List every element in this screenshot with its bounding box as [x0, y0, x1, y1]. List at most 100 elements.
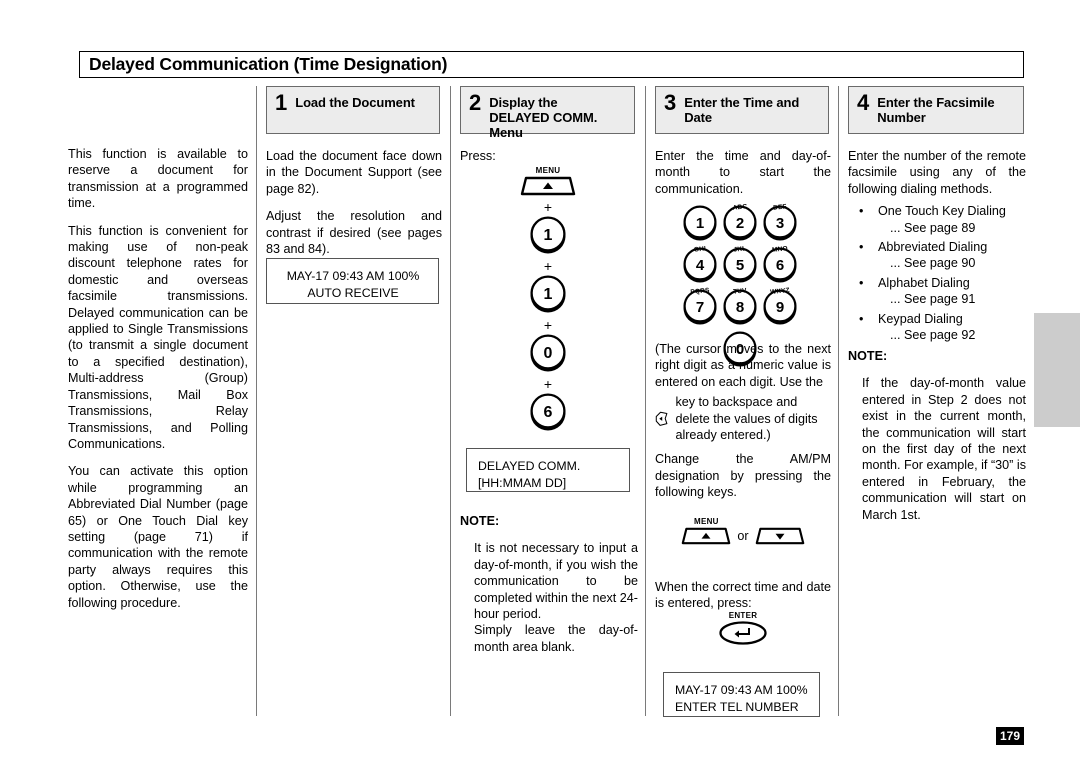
- keypad-row-3: PQRS 7 TUV 8 WXYZ 9: [680, 287, 800, 329]
- ampm-instruction: Change the AM/PM designation by pressing…: [655, 452, 831, 500]
- step4-intro: Enter the number of the remote facsimile…: [848, 149, 1026, 196]
- step3-intro: Enter the time and day-of-month to start…: [655, 149, 831, 196]
- keypad-cell[interactable]: WXYZ 9: [760, 287, 800, 329]
- keypad-row-1: 1 ABC 2 DEF 3: [680, 203, 800, 245]
- keypad-cell[interactable]: JKL 5: [720, 245, 760, 287]
- keypad-key-1-icon[interactable]: 1: [527, 216, 569, 256]
- step-number-2: 2: [469, 90, 482, 115]
- step-header-1: 1 Load the Document: [266, 86, 440, 134]
- lcd-line-1: MAY-17 09:43 AM 100%: [286, 269, 420, 283]
- plus-sign-1: +: [543, 199, 553, 215]
- step-header-3: 3 Enter the Time and Date: [655, 86, 829, 134]
- list-item: • Abbreviated Dialing ... See page 90: [848, 239, 1026, 272]
- menu-up-key-icon[interactable]: [520, 175, 576, 197]
- step1-paragraph-1: Load the document face down in the Docum…: [266, 149, 442, 196]
- keypad-key-3-icon[interactable]: 0: [527, 334, 569, 374]
- keypad-cell[interactable]: PQRS 7: [680, 287, 720, 329]
- keypad-digit-label: 5: [736, 257, 744, 274]
- keypad-row-2: GHI 4 JKL 5 MNO 6: [680, 245, 800, 287]
- step1-column: Load the document face down in the Docum…: [266, 148, 442, 257]
- step-number-4: 4: [857, 90, 870, 115]
- keypad-cell[interactable]: MNO 6: [760, 245, 800, 287]
- step-label-3: Enter the Time and Date: [684, 95, 800, 125]
- step-number-3: 3: [664, 90, 677, 115]
- lcd-display-step1: MAY-17 09:43 AM 100% AUTO RECEIVE: [266, 258, 439, 304]
- manual-page: Delayed Communication (Time Designation)…: [0, 0, 1080, 763]
- step2-key-sequence: MENU + 1 + 1 + 0 + 6: [460, 166, 636, 433]
- lcd-display-step2: DELAYED COMM. [HH:MMAM DD]: [466, 448, 630, 492]
- method-name: Abbreviated Dialing: [878, 240, 988, 255]
- lcd-line-2: [HH:MMAM DD]: [478, 476, 567, 490]
- ampm-key-row: MENU or: [655, 517, 831, 546]
- lcd-line-1: DELAYED COMM.: [478, 459, 581, 473]
- keypad-cell[interactable]: ABC 2: [720, 203, 760, 245]
- page-title: Delayed Communication (Time Designation): [89, 54, 448, 74]
- keypad-cell[interactable]: TUV 8: [720, 287, 760, 329]
- page-title-bar: Delayed Communication (Time Designation): [79, 51, 1024, 78]
- enter-key-caption: ENTER: [728, 611, 758, 620]
- method-name: One Touch Key Dialing: [878, 204, 1006, 219]
- intro-paragraph-1: This function is available to reserve a …: [68, 147, 248, 211]
- step-number-1: 1: [275, 90, 288, 115]
- backspace-key-row: key to backspace and delete the values o…: [655, 394, 831, 443]
- step4-column: Enter the number of the remote facsimile…: [848, 148, 1026, 346]
- menu-up-key-icon[interactable]: [681, 526, 731, 546]
- enter-key-icon[interactable]: [718, 620, 768, 646]
- lcd-line-1: MAY-17 09:43 AM 100%: [675, 683, 808, 697]
- step-header-4: 4 Enter the Facsimile Number: [848, 86, 1024, 134]
- step-label-2: Display the DELAYED COMM. Menu: [489, 95, 598, 140]
- cursor-note-part1: (The cursor moves to the next right digi…: [655, 342, 831, 389]
- lcd-display-step3: MAY-17 09:43 AM 100% ENTER TEL NUMBER: [663, 672, 820, 717]
- lcd-line-2: ENTER TEL NUMBER: [675, 700, 799, 714]
- menu-down-key-icon[interactable]: [755, 526, 805, 546]
- enter-key-group: ENTER: [655, 611, 831, 646]
- section-tab-marker: [1034, 313, 1080, 427]
- keypad-digit-label: 1: [696, 215, 704, 232]
- note-heading: NOTE:: [848, 349, 888, 363]
- dialing-methods-list: • One Touch Key Dialing ... See page 89 …: [848, 203, 1026, 343]
- keypad-digit-icon[interactable]: 1: [680, 205, 720, 243]
- list-item: • One Touch Key Dialing ... See page 89: [848, 203, 1026, 236]
- step2-press-label: Press:: [460, 149, 496, 163]
- step-header-2: 2 Display the DELAYED COMM. Menu: [460, 86, 635, 140]
- step3-column: Enter the time and day-of-month to start…: [655, 148, 831, 197]
- step-label-1: Load the Document: [295, 95, 415, 110]
- keypad-digit-label: 8: [736, 299, 744, 316]
- keypad-cell[interactable]: GHI 4: [680, 245, 720, 287]
- intro-column: This function is available to reserve a …: [68, 146, 248, 611]
- bullet-icon: •: [859, 240, 864, 255]
- method-ref: ... See page 91: [890, 292, 976, 307]
- step1-paragraph-2: Adjust the resolution and contrast if de…: [266, 209, 442, 257]
- keypad-cell[interactable]: DEF 3: [760, 203, 800, 245]
- note-body: If the day-of-month value entered in Ste…: [862, 376, 1026, 522]
- bullet-icon: •: [859, 275, 864, 290]
- keypad-cell[interactable]: 1: [680, 205, 720, 245]
- note-heading: NOTE:: [460, 514, 500, 528]
- keypad-key-3-label: 0: [544, 345, 553, 362]
- method-ref: ... See page 89: [890, 220, 976, 235]
- intro-paragraph-3: You can activate this option while progr…: [68, 464, 248, 610]
- step4-note: NOTE: If the day-of-month value entered …: [848, 348, 1026, 523]
- keypad-key-4-icon[interactable]: 6: [527, 393, 569, 433]
- backspace-key-icon[interactable]: [655, 401, 669, 437]
- column-divider-4: [838, 86, 839, 716]
- intro-paragraph-2: This function is convenient for making u…: [68, 223, 248, 451]
- step3-cursor-note: (The cursor moves to the next right digi…: [655, 341, 831, 501]
- column-divider-3: [645, 86, 646, 716]
- plus-sign-2: +: [543, 258, 553, 274]
- plus-sign-3: +: [543, 317, 553, 333]
- keypad-digit-label: 4: [696, 257, 705, 274]
- keypad-digit-label: 2: [736, 215, 744, 232]
- menu-key-caption: MENU: [694, 517, 719, 526]
- keypad-key-2-icon[interactable]: 1: [527, 275, 569, 315]
- keypad-digit-label: 7: [696, 299, 704, 316]
- list-item: • Keypad Dialing ... See page 92: [848, 311, 1026, 344]
- keypad-key-2-label: 1: [544, 286, 553, 303]
- keypad-digit-label: 3: [776, 215, 784, 232]
- keypad-digit-label: 6: [776, 257, 784, 274]
- cursor-note-part2: key to backspace and delete the values o…: [675, 395, 818, 443]
- method-ref: ... See page 90: [890, 256, 976, 271]
- keypad-digit-label: 9: [776, 299, 784, 316]
- keypad-key-4-label: 6: [544, 404, 553, 421]
- column-divider-1: [256, 86, 257, 716]
